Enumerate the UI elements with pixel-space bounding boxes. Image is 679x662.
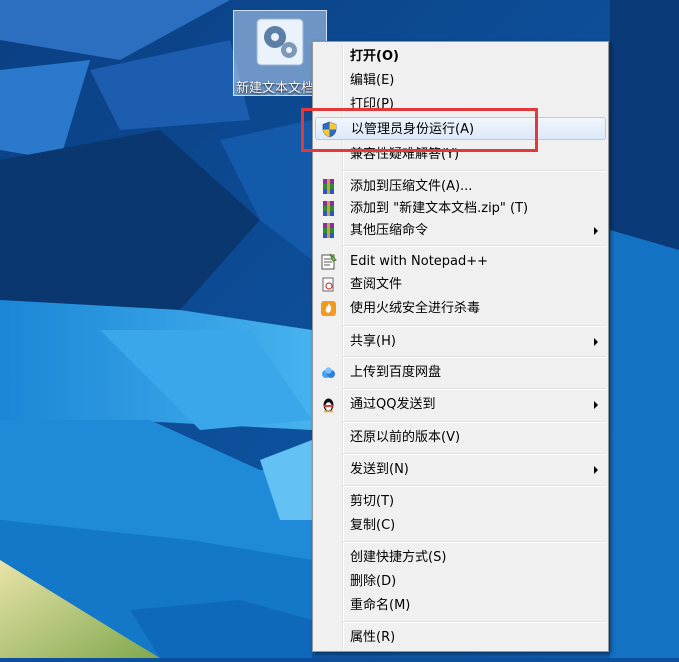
menu-item-label: 重命名(M) (350, 598, 411, 613)
menu-item-other-compress[interactable]: 其他压缩命令 (315, 219, 606, 242)
menu-item-create-shortcut[interactable]: 创建快捷方式(S) (315, 546, 606, 569)
menu-item-label: 属性(R) (350, 630, 396, 645)
menu-item-label: 上传到百度网盘 (350, 365, 442, 380)
menu-separator (343, 541, 606, 543)
menu-separator (343, 453, 606, 455)
menu-item-baidu-upload[interactable]: 上传到百度网盘 (315, 361, 606, 384)
annotation-highlight-box (301, 108, 538, 152)
menu-item-label: 使用火绒安全进行杀毒 (350, 301, 481, 316)
menu-item-properties[interactable]: 属性(R) (315, 626, 606, 649)
submenu-arrow-icon (594, 227, 598, 235)
menu-item-cut[interactable]: 剪切(T) (315, 490, 606, 513)
menu-item-label: 其他压缩命令 (350, 223, 429, 238)
gear-icon (256, 18, 304, 66)
menu-item-restore-previous[interactable]: 还原以前的版本(V) (315, 426, 606, 449)
menu-item-view-file[interactable]: 查阅文件 (315, 273, 606, 296)
menu-item-label: 添加到 "新建文本文档.zip" (T) (350, 201, 529, 216)
submenu-arrow-icon (594, 338, 598, 346)
menu-item-edit[interactable]: 编辑(E) (315, 69, 606, 92)
baidu-netdisk-icon (320, 364, 337, 381)
menu-item-add-to-zip[interactable]: 添加到 "新建文本文档.zip" (T) (315, 197, 606, 220)
menu-item-label: 创建快捷方式(S) (350, 550, 447, 565)
menu-item-add-to-archive[interactable]: 添加到压缩文件(A)... (315, 175, 606, 198)
qq-penguin-icon (320, 396, 337, 413)
menu-item-label: 打开(O) (350, 49, 399, 64)
menu-item-label: Edit with Notepad++ (350, 254, 489, 269)
menu-item-label: 添加到压缩文件(A)... (350, 179, 473, 194)
menu-item-label: 编辑(E) (350, 73, 395, 88)
menu-item-label: 查阅文件 (350, 277, 403, 292)
menu-item-open[interactable]: 打开(O) (315, 45, 606, 68)
menu-item-share[interactable]: 共享(H) (315, 330, 606, 353)
menu-separator (343, 325, 606, 327)
menu-separator (343, 356, 606, 358)
menu-item-rename[interactable]: 重命名(M) (315, 594, 606, 617)
menu-item-send-to[interactable]: 发送到(N) (315, 458, 606, 481)
menu-separator (343, 245, 606, 247)
winrar-icon (320, 200, 337, 217)
menu-item-send-via-qq[interactable]: 通过QQ发送到 (315, 393, 606, 416)
menu-item-label: 复制(C) (350, 518, 396, 533)
menu-item-huorong-scan[interactable]: 使用火绒安全进行杀毒 (315, 297, 606, 320)
menu-item-label: 删除(D) (350, 574, 397, 589)
document-view-icon (320, 276, 337, 293)
menu-item-label: 共享(H) (350, 334, 396, 349)
menu-separator (343, 421, 606, 423)
menu-item-label: 剪切(T) (350, 494, 395, 509)
menu-item-notepadpp[interactable]: Edit with Notepad++ (315, 250, 606, 273)
submenu-arrow-icon (594, 401, 598, 409)
menu-item-label: 还原以前的版本(V) (350, 430, 461, 445)
menu-separator (343, 485, 606, 487)
menu-separator (343, 388, 606, 390)
huorong-icon (320, 300, 337, 317)
menu-separator (343, 621, 606, 623)
menu-item-label: 通过QQ发送到 (350, 397, 436, 412)
menu-item-label: 发送到(N) (350, 462, 409, 477)
winrar-icon (320, 222, 337, 239)
menu-item-copy[interactable]: 复制(C) (315, 514, 606, 537)
submenu-arrow-icon (594, 466, 598, 474)
winrar-icon (320, 178, 337, 195)
notepad-plus-plus-icon (320, 253, 337, 270)
menu-item-delete[interactable]: 删除(D) (315, 570, 606, 593)
menu-separator (343, 170, 606, 172)
